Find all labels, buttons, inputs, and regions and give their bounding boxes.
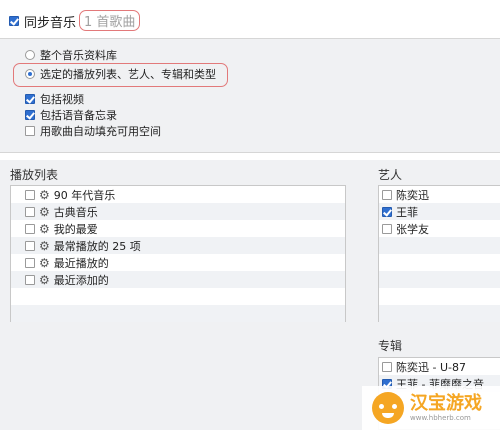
empty-row (379, 237, 500, 254)
artist-item[interactable]: 陈奕迅 (379, 186, 500, 203)
watermark: 汉宝游戏 www.hbherb.com (362, 386, 500, 430)
empty-row (11, 305, 345, 322)
empty-row (379, 254, 500, 271)
sync-music-checkbox[interactable] (9, 16, 19, 26)
gear-icon: ⚙ (39, 272, 50, 287)
autofill-checkbox[interactable] (25, 126, 35, 136)
artist-checkbox[interactable] (382, 189, 392, 200)
radio-selected-row[interactable]: 选定的播放列表、艺人、专辑和类型 (25, 66, 216, 82)
artists-title: 艺人 (378, 168, 403, 182)
playlist-label: 最近添加的 (53, 273, 109, 287)
playlist-label: 最近播放的 (53, 256, 109, 270)
playlist-item[interactable]: ⚙ 最近添加的 (11, 271, 345, 288)
radio-entire-library[interactable] (25, 50, 35, 60)
song-count-text: 1 首歌曲 (84, 15, 136, 30)
playlist-checkbox[interactable] (25, 257, 35, 268)
album-item[interactable]: 陈奕迅 - U-87 (379, 358, 500, 375)
gear-icon: ⚙ (39, 187, 50, 202)
sync-music-label: 同步音乐 (24, 15, 77, 31)
selected-option-label: 选定的播放列表、艺人、专辑和类型 (40, 68, 216, 81)
playlists-title: 播放列表 (10, 168, 59, 182)
gear-icon: ⚙ (39, 204, 50, 219)
song-count-badge: 1 首歌曲 (79, 10, 141, 31)
artist-item[interactable]: 张学友 (379, 220, 500, 237)
include-voice-memos-label: 包括语音备忘录 (40, 109, 117, 122)
artist-label: 陈奕迅 (396, 188, 429, 202)
playlist-item[interactable]: ⚙ 最常播放的 25 项 (11, 237, 345, 254)
autofill-label: 用歌曲自动填充可用空间 (40, 125, 161, 138)
artist-checkbox[interactable] (382, 223, 392, 234)
playlist-item[interactable]: ⚙ 古典音乐 (11, 203, 345, 220)
artist-label: 王菲 (396, 205, 418, 219)
watermark-text: 汉宝游戏 (410, 392, 482, 414)
artist-checkbox[interactable] (382, 206, 392, 217)
artist-label: 张学友 (396, 222, 429, 236)
playlist-label: 古典音乐 (53, 205, 98, 219)
playlist-label: 最常播放的 25 项 (53, 239, 141, 253)
playlists-list[interactable]: ⚙ 90 年代音乐 ⚙ 古典音乐 ⚙ 我的最爱 ⚙ 最常播放的 25 项 ⚙ 最近播放的 … (10, 185, 346, 322)
playlist-checkbox[interactable] (25, 274, 35, 285)
playlist-item[interactable]: ⚙ 90 年代音乐 (11, 186, 345, 203)
autofill-row[interactable]: 用歌曲自动填充可用空间 (25, 123, 161, 139)
playlist-label: 我的最爱 (53, 222, 98, 236)
album-label: 陈奕迅 - U-87 (396, 360, 466, 374)
artists-list[interactable]: 陈奕迅 王菲 张学友 (378, 185, 500, 322)
include-voice-memos-row[interactable]: 包括语音备忘录 (25, 107, 117, 123)
empty-row (379, 305, 500, 322)
include-videos-row[interactable]: 包括视频 (25, 91, 84, 107)
gear-icon: ⚙ (39, 221, 50, 236)
playlist-checkbox[interactable] (25, 206, 35, 217)
watermark-logo (372, 392, 404, 424)
gear-icon: ⚙ (39, 255, 50, 270)
gear-icon: ⚙ (39, 238, 50, 253)
watermark-url: www.hbherb.com (410, 413, 471, 422)
sync-music-row[interactable]: 同步音乐 (9, 12, 77, 31)
include-voice-memos-checkbox[interactable] (25, 110, 35, 120)
albums-title: 专辑 (378, 339, 403, 353)
radio-entire-library-row[interactable]: 整个音乐资料库 (25, 47, 117, 63)
playlist-checkbox[interactable] (25, 240, 35, 251)
empty-row (11, 288, 345, 305)
empty-row (379, 271, 500, 288)
playlist-item[interactable]: ⚙ 最近播放的 (11, 254, 345, 271)
empty-row (379, 288, 500, 305)
radio-selected[interactable] (25, 69, 35, 79)
entire-library-label: 整个音乐资料库 (40, 49, 117, 62)
artist-item[interactable]: 王菲 (379, 203, 500, 220)
include-videos-checkbox[interactable] (25, 94, 35, 104)
playlist-checkbox[interactable] (25, 223, 35, 234)
playlist-item[interactable]: ⚙ 我的最爱 (11, 220, 345, 237)
playlist-checkbox[interactable] (25, 189, 35, 200)
playlist-label: 90 年代音乐 (53, 188, 116, 202)
album-checkbox[interactable] (382, 361, 392, 372)
include-videos-label: 包括视频 (40, 93, 84, 106)
